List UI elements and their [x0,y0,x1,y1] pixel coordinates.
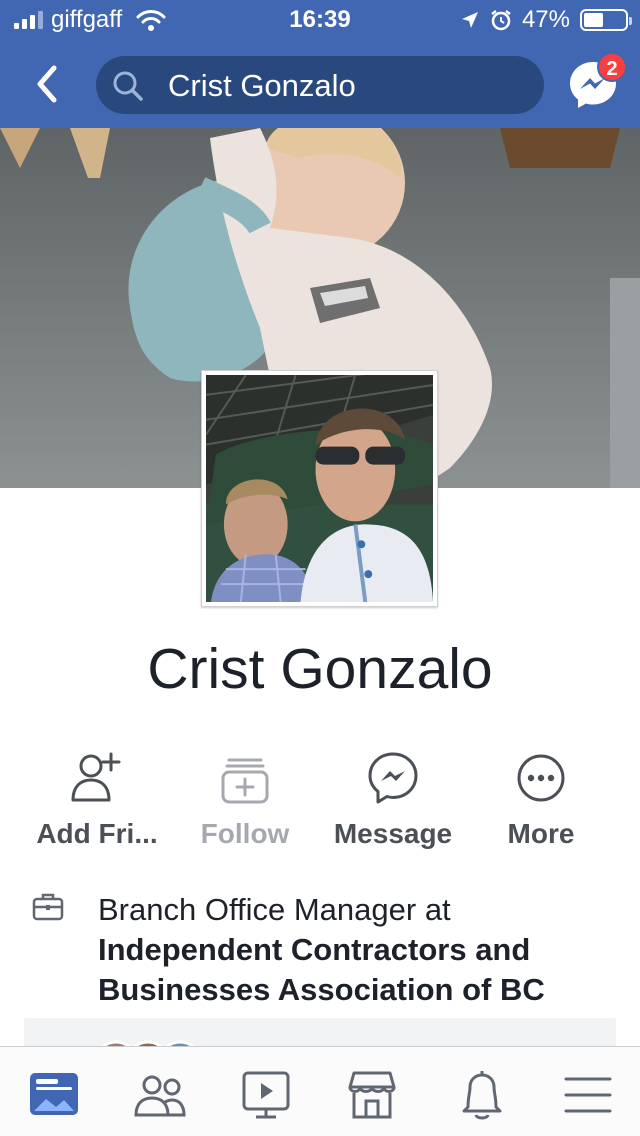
marketplace-icon [348,1071,396,1119]
battery-percent: 47% [521,6,570,33]
work-company-link[interactable]: Independent Contractors and Businesses A… [98,932,545,1007]
more-icon [517,754,565,802]
profile-actions: Add Fri... Follow Message More [0,748,640,868]
tab-watch[interactable] [236,1067,296,1123]
status-bar: giffgaff 16:39 47% [0,0,640,40]
notifications-icon [462,1071,502,1120]
menu-icon [564,1077,612,1113]
battery-icon [580,9,632,31]
follow-button[interactable]: Follow [170,748,320,850]
nav-row: Crist Gonzalo [0,48,640,120]
location-icon [461,12,478,28]
add-friend-icon [71,752,121,802]
message-button[interactable]: Message [318,748,468,850]
friends-icon [134,1075,186,1117]
profile-name: Crist Gonzalo [147,637,493,701]
message-label: Message [333,818,453,849]
tab-news-feed[interactable] [24,1067,84,1123]
briefcase-icon [32,893,64,921]
follow-label: Follow [200,818,290,849]
top-bar: giffgaff 16:39 47% Crist Gonzalo [0,0,640,128]
search-text: Crist Gonzalo [168,68,356,103]
search-input[interactable]: Crist Gonzalo [96,56,544,114]
news-feed-icon [30,1073,78,1115]
work-text: Branch Office Manager at Independent Con… [98,890,598,1010]
more-label: More [507,818,575,849]
more-button[interactable]: More [466,748,616,850]
alarm-icon [491,10,511,31]
messenger-badge: 2 [597,52,627,82]
status-right: 47% [460,6,632,34]
tab-notifications[interactable] [452,1067,512,1123]
messenger-icon [368,752,418,804]
tab-marketplace[interactable] [342,1067,402,1123]
work-prefix: Branch Office Manager at [98,892,451,927]
back-icon[interactable] [28,62,68,106]
tab-menu[interactable] [558,1067,618,1123]
add-friend-label: Add Fri... [36,818,158,849]
follow-icon [221,758,269,804]
profile-picture[interactable] [201,370,438,607]
watch-icon [242,1071,290,1119]
search-icon [113,71,143,101]
add-friend-button[interactable]: Add Fri... [22,748,172,850]
bottom-tab-bar [0,1046,640,1136]
profile-photo-image [206,375,433,602]
tab-friends[interactable] [130,1067,190,1123]
profile-page: giffgaff 16:39 47% Crist Gonzalo 2 Crist… [0,0,640,1136]
